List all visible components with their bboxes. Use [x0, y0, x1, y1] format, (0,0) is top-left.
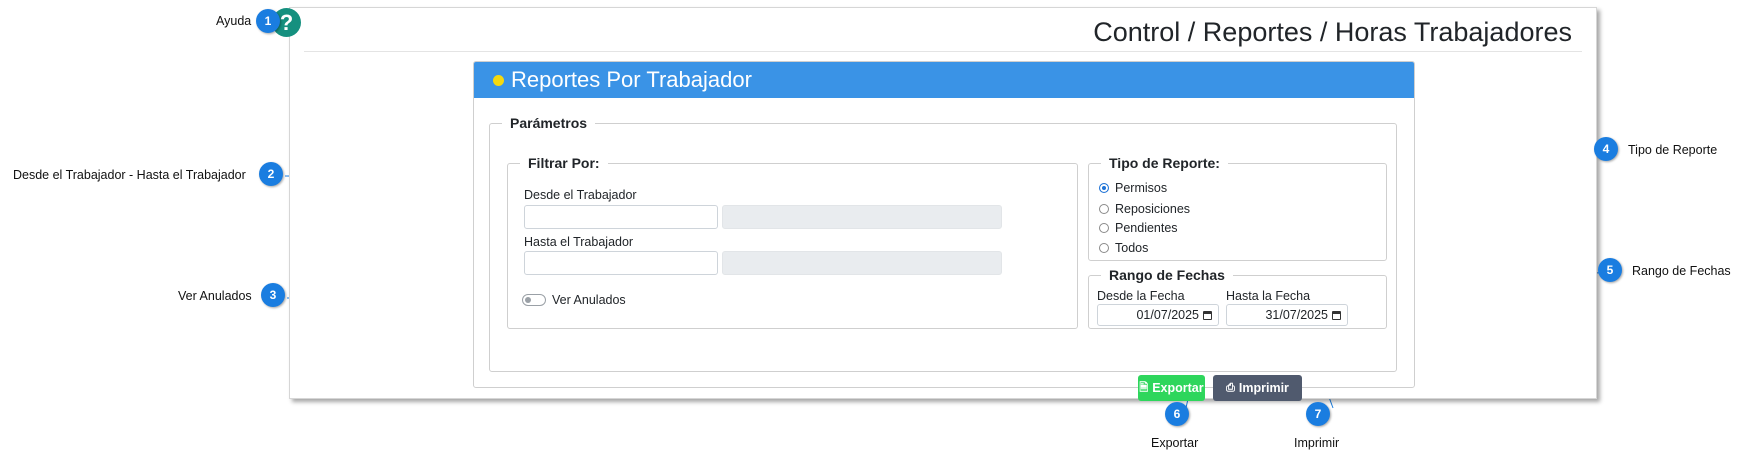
radio-selected-icon [1099, 183, 1109, 193]
card-header: Reportes Por Trabajador [474, 62, 1414, 98]
desde-fecha-label: Desde la Fecha [1097, 289, 1185, 303]
imprimir-button[interactable]: ⎙ Imprimir [1213, 375, 1302, 401]
title-divider [304, 51, 1582, 52]
annotation-badge-3: 3 [261, 283, 285, 307]
ver-anulados-row: Ver Anulados [522, 293, 626, 307]
hasta-trabajador-code-input[interactable] [524, 251, 718, 275]
hasta-fecha-label: Hasta la Fecha [1226, 289, 1311, 303]
tipo-reporte-fieldset: Tipo de Reporte: Permisos Reposiciones P… [1088, 155, 1387, 261]
rango-fechas-fieldset: Rango de Fechas Desde la Fecha Hasta la … [1088, 267, 1387, 329]
tipo-reporte-legend: Tipo de Reporte: [1109, 155, 1220, 171]
annotation-badge-5: 5 [1598, 258, 1622, 282]
radio-label: Todos [1115, 241, 1149, 255]
annotation-badge-4: 4 [1594, 137, 1618, 161]
calendar-icon[interactable] [1203, 310, 1212, 320]
annotation-label-5: Rango de Fechas [1632, 264, 1731, 278]
radio-label: Permisos [1115, 181, 1168, 195]
desde-fecha-value: 01/07/2025 [1136, 308, 1199, 322]
radio-label: Pendientes [1115, 221, 1178, 235]
radio-todos[interactable]: Todos [1099, 241, 1148, 255]
filtrar-fieldset: Filtrar Por: Desde el Trabajador Hasta e… [507, 155, 1078, 329]
ver-anulados-toggle[interactable] [522, 294, 546, 306]
radio-label: Reposiciones [1115, 202, 1191, 216]
exportar-label: Exportar [1152, 381, 1204, 395]
calendar-icon[interactable] [1332, 310, 1341, 320]
card-title: Reportes Por Trabajador [511, 67, 752, 92]
radio-pendientes[interactable]: Pendientes [1099, 221, 1178, 235]
radio-unselected-icon [1099, 243, 1109, 253]
screenshot-frame: ? Control / Reportes / Horas Trabajadore… [272, 7, 1597, 401]
annotation-badge-6: 6 [1165, 402, 1189, 426]
annotation-badge-2: 2 [259, 162, 283, 186]
desde-trabajador-label: Desde el Trabajador [524, 188, 637, 202]
hasta-fecha-input[interactable]: 31/07/2025 [1226, 304, 1348, 326]
toggle-knob [525, 297, 531, 303]
desde-trabajador-name-field [722, 205, 1002, 229]
hasta-trabajador-name-field [722, 251, 1002, 275]
excel-file-icon: 🗎 [1139, 381, 1149, 394]
imprimir-label: Imprimir [1238, 381, 1289, 395]
annotation-label-1: Ayuda [216, 14, 252, 28]
filtrar-legend: Filtrar Por: [528, 155, 600, 171]
annotation-label-3: Ver Anulados [178, 289, 252, 303]
parametros-fieldset: Parámetros Filtrar Por: Desde el Trabaja… [489, 115, 1397, 401]
ver-anulados-label: Ver Anulados [552, 293, 626, 307]
printer-icon: ⎙ [1226, 381, 1235, 394]
desde-fecha-input[interactable]: 01/07/2025 [1097, 304, 1219, 326]
annotation-label-6: Exportar [1151, 436, 1199, 450]
radio-unselected-icon [1099, 223, 1109, 233]
annotation-label-2: Desde el Trabajador - Hasta el Trabajado… [13, 168, 246, 182]
parametros-legend: Parámetros [510, 115, 588, 131]
annotation-label-7: Imprimir [1294, 436, 1340, 450]
hasta-trabajador-label: Hasta el Trabajador [524, 235, 634, 249]
desde-trabajador-code-input[interactable] [524, 205, 718, 229]
exportar-button[interactable]: 🗎 Exportar [1138, 375, 1205, 401]
hasta-fecha-value: 31/07/2025 [1265, 308, 1328, 322]
rango-fechas-legend: Rango de Fechas [1109, 267, 1225, 283]
radio-unselected-icon [1099, 204, 1109, 214]
annotation-label-4: Tipo de Reporte [1628, 143, 1718, 157]
report-card: Reportes Por Trabajador Parámetros Filtr… [473, 61, 1415, 401]
radio-permisos[interactable]: Permisos [1099, 181, 1167, 195]
annotation-badge-7: 7 [1306, 402, 1330, 426]
page-title: Control / Reportes / Horas Trabajadores [1093, 17, 1572, 47]
status-dot-icon [493, 74, 504, 86]
annotation-badge-1: 1 [256, 9, 280, 33]
radio-reposiciones[interactable]: Reposiciones [1099, 202, 1190, 216]
